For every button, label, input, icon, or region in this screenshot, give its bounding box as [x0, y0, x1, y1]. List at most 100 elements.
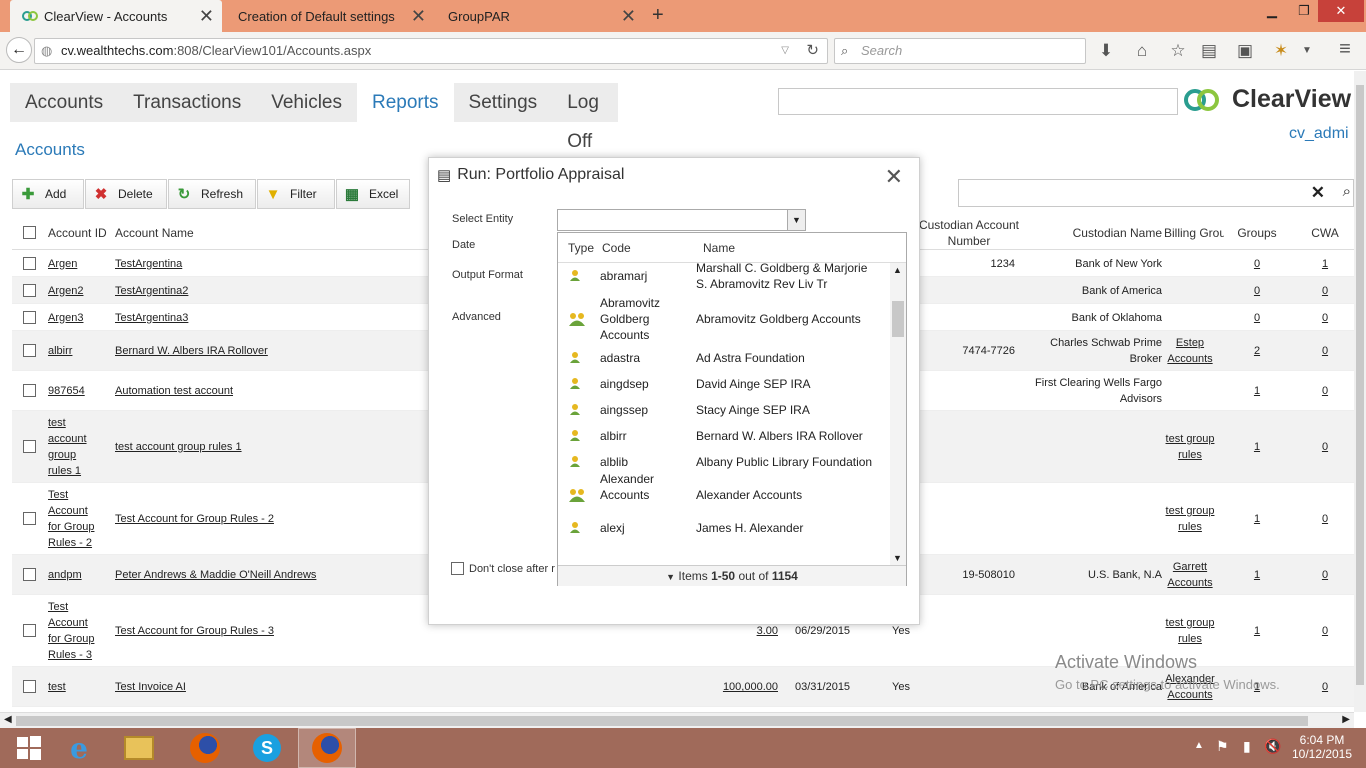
- battery-icon[interactable]: ▮: [1243, 738, 1251, 755]
- row-checkbox[interactable]: [23, 512, 36, 525]
- account-id-link[interactable]: Argen3: [48, 310, 98, 326]
- search-icon[interactable]: ⌕: [1343, 183, 1351, 200]
- browser-tab-grouppar[interactable]: GroupPAR ✕: [436, 0, 644, 32]
- billing-group-link[interactable]: test group rules: [1160, 615, 1220, 647]
- firefox-icon[interactable]: [176, 728, 234, 768]
- account-name-link[interactable]: Test Account for Group Rules - 2: [115, 511, 415, 527]
- row-checkbox[interactable]: [23, 283, 36, 297]
- cwa-link[interactable]: 0: [1298, 310, 1352, 326]
- bookmark-star-icon[interactable]: ☆: [1167, 41, 1189, 61]
- reload-icon[interactable]: ↻: [806, 39, 819, 63]
- col-account-id[interactable]: Account ID: [48, 225, 107, 241]
- select-all-checkbox[interactable]: [23, 226, 36, 239]
- addon-dropdown-icon[interactable]: ▼: [1296, 45, 1318, 56]
- groups-link[interactable]: 2: [1226, 343, 1288, 359]
- account-name-link[interactable]: TestArgentina3: [115, 310, 415, 326]
- tray-expand-icon[interactable]: ▲: [1194, 740, 1204, 751]
- account-name-link[interactable]: Automation test account: [115, 383, 415, 399]
- row-checkbox[interactable]: [23, 568, 36, 581]
- reading-list-icon[interactable]: ▤: [1198, 41, 1220, 61]
- menu-vehicles[interactable]: Vehicles: [256, 83, 357, 122]
- entity-option[interactable]: Alexander Accounts Alexander Accounts: [558, 472, 890, 515]
- addon-icon[interactable]: ✶: [1270, 41, 1292, 61]
- cwa-link[interactable]: 0: [1298, 679, 1352, 695]
- menu-reports[interactable]: Reports: [357, 83, 454, 122]
- scroll-right-icon[interactable]: ▶: [1342, 714, 1350, 725]
- skype-icon[interactable]: S: [238, 728, 296, 768]
- account-id-link[interactable]: test account group rules 1: [48, 415, 98, 479]
- groups-link[interactable]: 1: [1226, 567, 1288, 583]
- minimize-window-icon[interactable]: ▁: [1256, 0, 1288, 22]
- entity-option[interactable]: alexj James H. Alexander: [558, 515, 890, 541]
- entity-option[interactable]: adastra Ad Astra Foundation: [558, 345, 890, 371]
- groups-link[interactable]: 1: [1226, 439, 1288, 455]
- billing-group-link[interactable]: Garrett Accounts: [1160, 559, 1220, 591]
- scroll-thumb[interactable]: [892, 301, 904, 337]
- entity-option[interactable]: albirr Bernard W. Albers IRA Rollover: [558, 423, 890, 449]
- dont-close-checkbox[interactable]: [451, 562, 464, 575]
- billing-group-link[interactable]: Estep Accounts: [1160, 335, 1220, 367]
- cwa-link[interactable]: 0: [1298, 439, 1352, 455]
- row-checkbox[interactable]: [23, 440, 36, 453]
- pocket-icon[interactable]: ▣: [1234, 41, 1256, 61]
- user-name[interactable]: cv_admi: [1289, 125, 1349, 143]
- row-checkbox[interactable]: [23, 256, 36, 270]
- account-name-link[interactable]: TestArgentina: [115, 256, 415, 272]
- account-id-link[interactable]: Argen: [48, 256, 98, 272]
- dialog-close-icon[interactable]: ✕: [885, 164, 903, 190]
- add-button[interactable]: ✚ Add: [12, 179, 84, 209]
- account-name-link[interactable]: Peter Andrews & Maddie O'Neill Andrews: [115, 567, 415, 583]
- download-icon[interactable]: ⬇: [1095, 41, 1117, 61]
- delete-button[interactable]: ✖ Delete: [85, 179, 167, 209]
- page-vertical-scrollbar[interactable]: [1354, 71, 1366, 712]
- col-groups[interactable]: Groups: [1226, 225, 1288, 241]
- firefox-active-icon[interactable]: [298, 728, 356, 768]
- billing-group-link[interactable]: test group rules: [1160, 431, 1220, 463]
- refresh-button[interactable]: ↻ Refresh: [168, 179, 256, 209]
- account-name-link[interactable]: Test Invoice AI: [115, 679, 415, 695]
- close-window-icon[interactable]: ✕: [1318, 0, 1364, 22]
- url-dropdown-icon[interactable]: ▽: [781, 39, 789, 63]
- entity-option[interactable]: aingssep Stacy Ainge SEP IRA: [558, 397, 890, 423]
- row-checkbox[interactable]: [23, 384, 36, 397]
- account-name-link[interactable]: Bernard W. Albers IRA Rollover: [115, 343, 415, 359]
- browser-tab-clearview[interactable]: ClearView - Accounts ✕: [10, 0, 222, 32]
- home-icon[interactable]: ⌂: [1131, 41, 1153, 61]
- close-tab-icon[interactable]: ✕: [621, 6, 636, 27]
- row-checkbox[interactable]: [23, 680, 36, 693]
- menu-settings[interactable]: Settings: [454, 83, 553, 122]
- volume-muted-icon[interactable]: 🔇: [1264, 738, 1281, 755]
- billing-group-link[interactable]: test group rules: [1160, 503, 1220, 535]
- clear-search-icon[interactable]: ✕: [1311, 183, 1325, 203]
- account-id-link[interactable]: albirr: [48, 343, 98, 359]
- groups-link[interactable]: 0: [1226, 310, 1288, 326]
- account-name-link[interactable]: Test Account for Group Rules - 3: [115, 623, 415, 639]
- browser-search-input[interactable]: ⌕ Search: [834, 38, 1086, 64]
- cwa-link[interactable]: 0: [1298, 343, 1352, 359]
- grid-search-input[interactable]: ✕ ⌕: [958, 179, 1354, 207]
- menu-accounts[interactable]: Accounts: [10, 83, 118, 122]
- account-name-link[interactable]: test account group rules 1: [115, 439, 415, 455]
- global-search-input[interactable]: [778, 88, 1178, 115]
- scroll-left-icon[interactable]: ◀: [4, 714, 12, 725]
- clock[interactable]: 6:04 PM 10/12/2015: [1290, 733, 1354, 761]
- filter-button[interactable]: ▼ Filter: [257, 179, 335, 209]
- vertical-scroll-thumb[interactable]: [1356, 85, 1364, 685]
- file-explorer-icon[interactable]: [110, 728, 168, 768]
- action-center-flag-icon[interactable]: ⚑: [1216, 738, 1229, 755]
- account-id-link[interactable]: test: [48, 679, 98, 695]
- entity-option[interactable]: Abramovitz Goldberg Accounts Abramovitz G…: [558, 293, 890, 345]
- dropdown-arrow-icon[interactable]: ▼: [787, 210, 805, 230]
- hamburger-menu-icon[interactable]: ≡: [1334, 38, 1356, 61]
- advanced-label[interactable]: Advanced: [452, 311, 501, 323]
- new-tab-icon[interactable]: +: [652, 4, 664, 27]
- groups-link[interactable]: 1: [1226, 623, 1288, 639]
- groups-link[interactable]: 0: [1226, 256, 1288, 272]
- account-id-link[interactable]: andpm: [48, 567, 98, 583]
- entity-option[interactable]: abramarj Marshall C. Goldberg & Marjorie …: [558, 263, 890, 293]
- account-id-link[interactable]: Test Account for Group Rules - 2: [48, 487, 98, 551]
- excel-button[interactable]: ▦ Excel: [336, 179, 410, 209]
- col-billing-group[interactable]: Billing Group: [1164, 225, 1224, 241]
- dropdown-scrollbar[interactable]: ▲ ▼: [890, 263, 906, 565]
- row-checkbox[interactable]: [23, 624, 36, 637]
